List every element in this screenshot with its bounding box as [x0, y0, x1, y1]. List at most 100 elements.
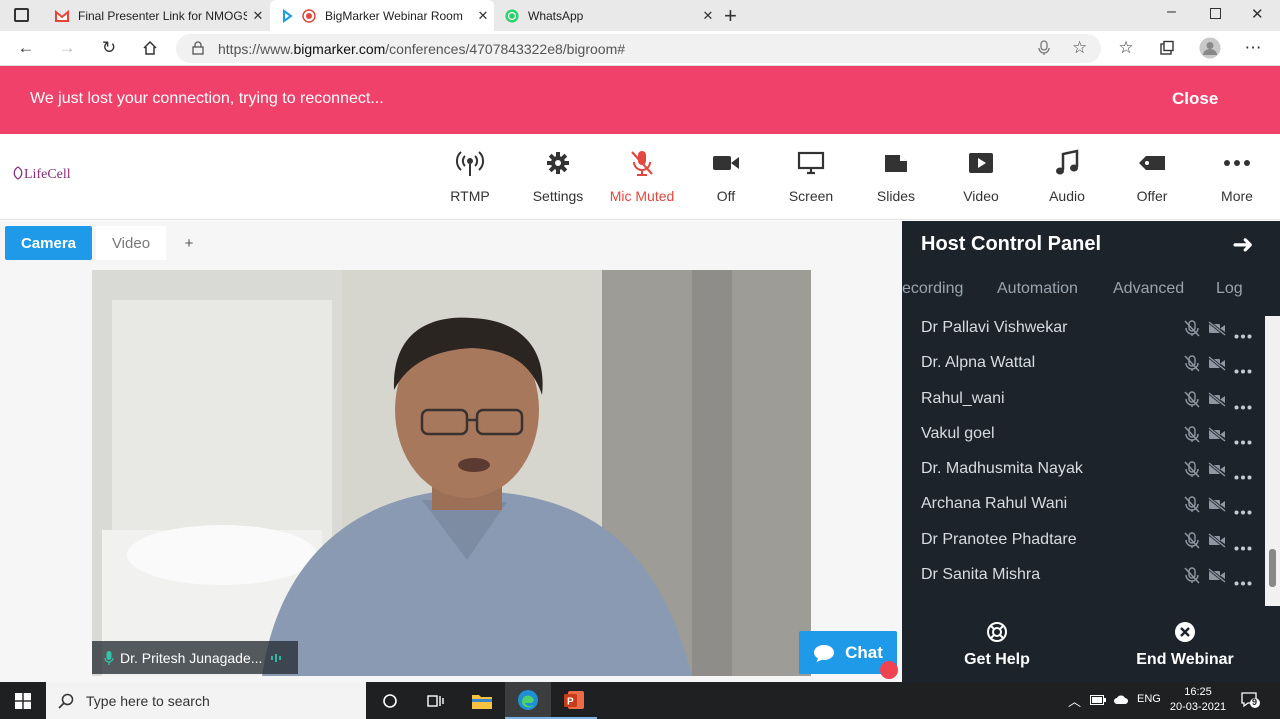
more-button[interactable]: More	[1197, 148, 1277, 204]
more-options-icon[interactable]	[1234, 467, 1252, 485]
task-view-icon[interactable]	[413, 682, 459, 719]
minimize-icon[interactable]: –	[1167, 3, 1176, 21]
back-icon[interactable]: ←	[13, 35, 39, 61]
tab-title: WhatsApp	[528, 8, 584, 23]
more-options-icon[interactable]	[1234, 432, 1252, 450]
mic-muted-icon[interactable]	[1184, 426, 1200, 448]
chevron-up-icon[interactable]: ︿	[1068, 691, 1081, 710]
more-options-icon[interactable]	[1234, 502, 1252, 520]
camera-off-icon[interactable]	[1208, 356, 1226, 376]
mic-muted-icon[interactable]	[1184, 461, 1200, 483]
settings-button[interactable]: Settings	[518, 148, 598, 204]
scrollbar-thumb[interactable]	[1269, 549, 1276, 587]
browser-tab-whatsapp[interactable]: WhatsApp ✕	[495, 0, 719, 31]
powerpoint-icon[interactable]: P	[551, 682, 597, 719]
collapse-panel-arrow-icon[interactable]: ➜	[1232, 229, 1254, 260]
mic-muted-icon[interactable]	[1184, 496, 1200, 518]
more-options-icon[interactable]	[1234, 326, 1252, 344]
toolbar-label: RTMP	[450, 188, 490, 204]
tab-advanced[interactable]: Advanced	[1113, 280, 1184, 298]
settings-menu-icon[interactable]: ⋯	[1240, 35, 1266, 61]
cortana-icon[interactable]	[367, 682, 413, 719]
mic-muted-icon[interactable]	[1184, 355, 1200, 377]
offer-button[interactable]: Offer	[1112, 148, 1192, 204]
home-icon[interactable]	[137, 35, 163, 61]
attendee-row[interactable]: Dr Pranotee Phadtare	[902, 523, 1266, 558]
mic-muted-icon[interactable]	[1184, 320, 1200, 342]
taskbar-search-box[interactable]: Type here to search	[46, 682, 366, 719]
camera-off-icon[interactable]	[1208, 532, 1226, 553]
camera-off-icon[interactable]	[1208, 462, 1226, 482]
restore-icon[interactable]	[1210, 8, 1221, 19]
edge-browser-icon[interactable]	[505, 682, 551, 719]
camera-off-icon[interactable]	[1208, 320, 1226, 341]
panel-scrollbar[interactable]	[1265, 316, 1280, 606]
attendee-row[interactable]: Dr Pallavi Vishwekar	[902, 311, 1266, 346]
add-favorite-icon[interactable]: ☆	[1072, 38, 1087, 58]
taskbar-clock[interactable]: 16:25 20-03-2021	[1168, 685, 1228, 715]
add-tab-button[interactable]: +	[178, 226, 200, 260]
video-button[interactable]: Video	[941, 148, 1021, 204]
browser-tab-strip: Final Presenter Link for NMOGS ✕ BigMark…	[0, 0, 1280, 31]
refresh-icon[interactable]: ↻	[96, 35, 122, 61]
mic-muted-icon[interactable]	[1184, 390, 1200, 413]
windows-start-icon[interactable]	[0, 682, 46, 719]
battery-icon[interactable]	[1090, 695, 1106, 708]
tab-automation[interactable]: Automation	[997, 280, 1078, 298]
mic-muted-button[interactable]: Mic Muted	[602, 148, 682, 204]
tag-icon	[1112, 148, 1192, 178]
get-help-button[interactable]: Get Help	[917, 619, 1077, 669]
browser-tab-gmail[interactable]: Final Presenter Link for NMOGS ✕	[45, 0, 269, 31]
attendee-row[interactable]: Rahul_wani	[902, 382, 1266, 417]
toolbar-label: More	[1221, 188, 1253, 204]
collections-icon[interactable]	[1154, 35, 1180, 61]
profile-avatar-icon[interactable]	[1197, 35, 1223, 61]
attendee-row[interactable]: Dr Sanita Mishra	[902, 558, 1266, 593]
more-options-icon[interactable]	[1234, 573, 1252, 591]
tab-actions-icon[interactable]	[14, 8, 29, 22]
end-webinar-button[interactable]: End Webinar	[1105, 619, 1265, 669]
microphone-icon[interactable]	[1038, 40, 1050, 61]
camera-off-button[interactable]: Off	[686, 148, 766, 204]
attendee-row[interactable]: Dr. Madhusmita Nayak	[902, 452, 1266, 487]
camera-off-icon[interactable]	[1208, 497, 1226, 517]
browser-tab-bigmarker[interactable]: BigMarker Webinar Room ✕	[270, 0, 494, 31]
bigmarker-icon	[280, 8, 294, 23]
new-tab-icon[interactable]: +	[724, 3, 737, 29]
audio-button[interactable]: Audio	[1027, 148, 1107, 204]
audio-level-icon	[270, 653, 282, 663]
tab-video[interactable]: Video	[96, 226, 166, 260]
rtmp-button[interactable]: RTMP	[430, 148, 510, 204]
more-options-icon[interactable]	[1234, 538, 1252, 556]
url-field[interactable]: https://www.bigmarker.com/conferences/47…	[176, 34, 1101, 63]
attendee-row[interactable]: Dr. Alpna Wattal	[902, 346, 1266, 381]
camera-off-icon[interactable]	[1208, 567, 1226, 588]
tab-recording[interactable]: ecording	[902, 280, 963, 298]
favorites-icon[interactable]: ☆	[1113, 35, 1139, 61]
tab-camera[interactable]: Camera	[5, 226, 92, 260]
weather-cloud-icon[interactable]	[1113, 694, 1129, 708]
recording-icon	[302, 8, 316, 23]
screen-share-button[interactable]: Screen	[771, 148, 851, 204]
play-icon	[941, 148, 1021, 178]
close-tab-icon[interactable]: ✕	[472, 8, 494, 24]
more-options-icon[interactable]	[1234, 361, 1252, 379]
mic-muted-icon[interactable]	[1184, 532, 1200, 554]
close-window-icon[interactable]: ✕	[1251, 5, 1264, 23]
camera-off-icon[interactable]	[1208, 391, 1226, 412]
mic-muted-icon[interactable]	[1184, 567, 1200, 589]
close-tab-icon[interactable]: ✕	[247, 8, 269, 24]
language-indicator[interactable]: ENG	[1137, 693, 1161, 705]
attendee-row[interactable]: Archana Rahul Wani	[902, 487, 1266, 522]
attendee-row[interactable]: Vakul goel	[902, 417, 1266, 452]
more-options-icon[interactable]	[1234, 397, 1252, 415]
notification-center-icon[interactable]: 9	[1240, 691, 1260, 712]
slides-icon	[856, 148, 936, 178]
banner-close-button[interactable]: Close	[1172, 89, 1218, 109]
close-tab-icon[interactable]: ✕	[697, 8, 719, 24]
forward-icon[interactable]: →	[54, 35, 80, 61]
camera-off-icon[interactable]	[1208, 426, 1226, 447]
slides-button[interactable]: Slides	[856, 148, 936, 204]
file-explorer-icon[interactable]	[459, 682, 505, 719]
tab-log[interactable]: Log	[1216, 280, 1243, 298]
